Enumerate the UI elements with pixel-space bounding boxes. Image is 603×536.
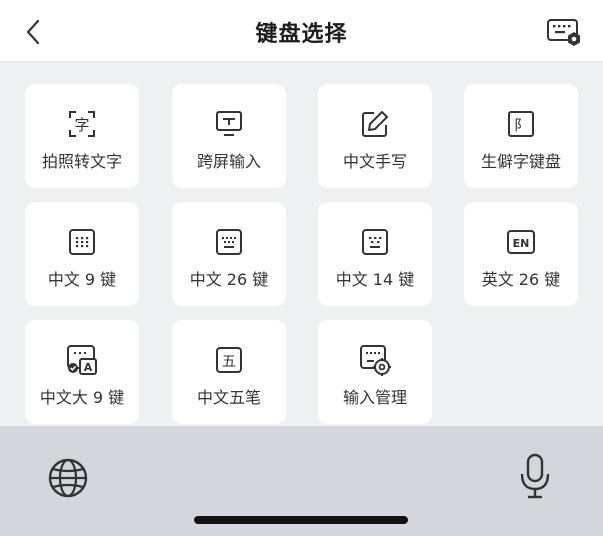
handwriting-icon — [362, 111, 388, 137]
keyboard-settings-button[interactable] — [545, 16, 585, 48]
tile-label: 中文大 9 键 — [39, 388, 125, 407]
globe-button[interactable] — [46, 456, 90, 500]
keypad-9-icon — [69, 229, 95, 255]
input-management-icon — [360, 345, 391, 376]
home-indicator[interactable] — [194, 516, 408, 524]
tile-label: 拍照转文字 — [41, 152, 122, 171]
wubi-icon: 五 — [216, 347, 242, 373]
tile-cross-screen-input[interactable]: 跨屏输入 — [172, 84, 286, 188]
tile-handwriting[interactable]: 中文手写 — [318, 84, 432, 188]
large-keypad-glyph: A — [84, 361, 93, 374]
page-title: 键盘选择 — [255, 22, 348, 47]
photo-to-text-glyph: 字 — [74, 116, 89, 134]
keyboard-bottom-bar — [0, 426, 603, 536]
tile-label: 中文五笔 — [196, 388, 261, 407]
wubi-glyph: 五 — [222, 354, 236, 370]
header: 键盘选择 — [0, 0, 603, 62]
tile-label: 输入管理 — [342, 388, 407, 407]
tile-photo-to-text[interactable]: 字 拍照转文字 — [25, 84, 139, 188]
cross-screen-input-icon — [216, 111, 242, 136]
rare-character-glyph: 阝 — [514, 118, 528, 134]
tile-english-keyboard[interactable]: EN 英文 26 键 — [464, 202, 578, 306]
english-keyboard-icon: EN — [507, 230, 535, 254]
keyboard-14-icon — [362, 229, 388, 255]
tile-keypad-9[interactable]: 中文 9 键 — [25, 202, 139, 306]
tile-rare-character[interactable]: 阝 生僻字键盘 — [464, 84, 578, 188]
tile-label: 中文 9 键 — [47, 270, 117, 289]
tile-label: 中文 14 键 — [335, 270, 415, 289]
tile-label: 生僻字键盘 — [480, 152, 561, 171]
tile-label: 英文 26 键 — [481, 270, 561, 289]
tile-label: 中文 26 键 — [189, 270, 269, 289]
keyboard-26-icon — [216, 229, 242, 255]
tile-wubi[interactable]: 五 中文五笔 — [172, 320, 286, 424]
tile-large-keypad-9[interactable]: A 中文大 9 键 — [25, 320, 139, 424]
globe-icon — [48, 458, 88, 498]
rare-character-icon: 阝 — [508, 111, 534, 137]
microphone-icon — [520, 453, 550, 499]
large-keypad-9-icon: A — [67, 345, 97, 375]
tile-label: 中文手写 — [342, 152, 407, 171]
tile-keyboard-26[interactable]: 中文 26 键 — [172, 202, 286, 306]
tile-keyboard-14[interactable]: 中文 14 键 — [318, 202, 432, 306]
english-keyboard-glyph: EN — [513, 237, 530, 250]
photo-to-text-icon: 字 — [69, 111, 95, 137]
tile-label: 跨屏输入 — [196, 152, 261, 171]
microphone-button[interactable] — [517, 452, 553, 500]
keyboard-settings-icon — [547, 19, 580, 46]
tile-input-management[interactable]: 输入管理 — [318, 320, 432, 424]
